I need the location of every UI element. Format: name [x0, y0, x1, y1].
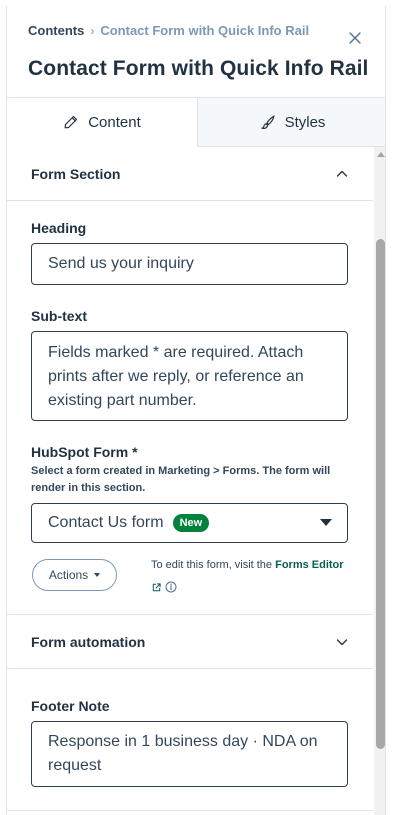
section-divider [7, 810, 373, 811]
subtext-label: Sub-text [31, 308, 87, 324]
form-section-header[interactable]: Form Section [7, 147, 373, 201]
tab-content-label: Content [88, 113, 141, 131]
page-title: Contact Form with Quick Info Rail [28, 57, 369, 80]
form-automation-header[interactable]: Form automation [7, 615, 373, 669]
form-section-title: Form Section [31, 165, 121, 182]
tab-content[interactable]: Content [7, 98, 197, 147]
info-icon[interactable] [165, 581, 177, 593]
breadcrumb-root[interactable]: Contents [28, 23, 84, 38]
heading-label: Heading [31, 220, 87, 236]
external-link-icon[interactable] [151, 582, 162, 593]
editor-scroll-area: Form Section Heading Send us your inquir… [7, 147, 373, 815]
caret-down-icon [94, 573, 101, 577]
edit-form-note: To edit this form, visit the Forms Edito… [151, 554, 351, 598]
close-button[interactable] [346, 29, 364, 47]
footer-note-input[interactable]: Response in 1 business day · NDA on requ… [31, 721, 348, 787]
hubspot-form-select[interactable]: Contact Us form New [31, 503, 348, 543]
scrollbar-thumb[interactable] [376, 239, 385, 749]
breadcrumb-separator: › [90, 23, 95, 38]
hubspot-form-label: HubSpot Form * [31, 444, 138, 460]
chevron-down-icon [336, 638, 348, 645]
actions-button-label: Actions [48, 568, 89, 582]
close-icon [349, 32, 361, 44]
breadcrumb-current: Contact Form with Quick Info Rail [100, 23, 310, 38]
heading-input[interactable]: Send us your inquiry [31, 243, 348, 285]
scroll-up-arrow[interactable] [377, 152, 385, 157]
actions-button[interactable]: Actions [32, 559, 117, 591]
form-automation-title: Form automation [31, 633, 146, 650]
forms-editor-link[interactable]: Forms Editor [275, 559, 343, 571]
tab-bar: Content Styles [7, 98, 385, 147]
brush-icon [260, 115, 275, 130]
chevron-up-icon [336, 170, 348, 177]
new-badge: New [172, 514, 210, 532]
breadcrumb: Contents › Contact Form with Quick Info … [28, 23, 309, 38]
hubspot-form-help: Select a form created in Marketing > For… [31, 465, 331, 494]
caret-down-icon [320, 519, 332, 526]
subtext-input[interactable]: Fields marked * are required. Attach pri… [31, 331, 348, 421]
tab-styles[interactable]: Styles [197, 98, 385, 147]
panel-header: Contents › Contact Form with Quick Info … [7, 6, 385, 98]
module-editor-panel: Contents › Contact Form with Quick Info … [6, 6, 386, 815]
tab-styles-label: Styles [284, 113, 326, 131]
vertical-scrollbar[interactable] [374, 147, 385, 815]
selected-form-value: Contact Us form [48, 514, 164, 531]
footer-note-label: Footer Note [31, 698, 110, 714]
edit-note-prefix: To edit this form, visit the [151, 559, 273, 571]
pencil-icon [64, 115, 78, 129]
